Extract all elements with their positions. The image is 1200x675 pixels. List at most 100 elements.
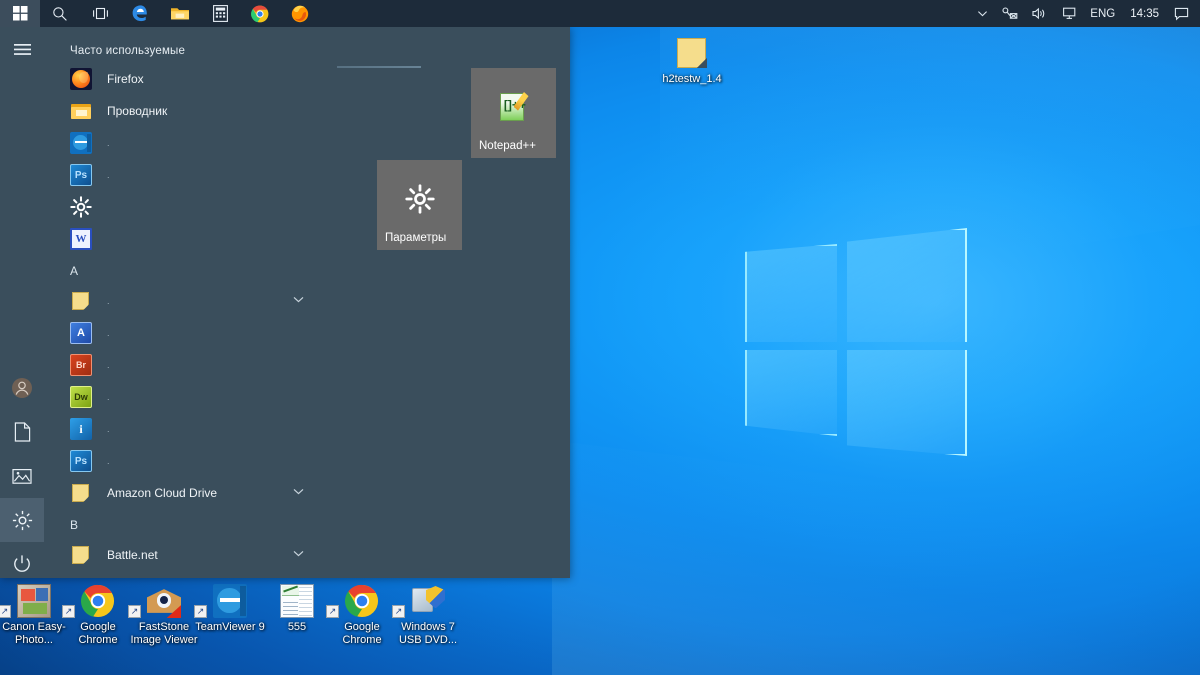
picture-icon — [12, 468, 32, 484]
chevron-down-icon[interactable] — [293, 550, 304, 557]
chrome-icon — [60, 578, 136, 618]
teamviewer-icon — [70, 132, 92, 154]
app-label: Amazon Cloud Drive — [107, 486, 218, 500]
windows-logo-icon — [12, 6, 27, 21]
chevron-down-icon[interactable] — [293, 296, 304, 303]
app-label: . — [107, 392, 110, 402]
firefox-button[interactable] — [280, 0, 320, 27]
firefox-icon — [70, 68, 92, 90]
frequent-app-item[interactable] — [44, 191, 320, 223]
shortcut-overlay-icon — [392, 605, 405, 618]
shortcut-overlay-icon — [326, 605, 339, 618]
chevron-up-icon — [978, 11, 988, 17]
gear-icon — [69, 195, 93, 219]
settings-button[interactable] — [0, 498, 44, 542]
pictures-button[interactable] — [0, 454, 44, 498]
teamviewer-icon — [192, 578, 268, 618]
dreamweaver-icon: Dw — [69, 385, 93, 409]
faststone-icon — [126, 578, 202, 618]
search-icon — [53, 6, 67, 21]
display-settings-button[interactable] — [1054, 0, 1083, 27]
folder-icon — [70, 290, 92, 312]
desktop-icon-label: FastStone Image Viewer — [130, 621, 198, 646]
app-list-item[interactable]: Br. — [44, 349, 320, 381]
documents-button[interactable] — [0, 410, 44, 454]
taskbar: ENG 14:35 — [0, 0, 1200, 27]
folder-icon — [69, 543, 93, 567]
frequent-app-item[interactable]: Ps. — [44, 159, 320, 191]
desktop-icon[interactable]: Google Chrome — [324, 578, 400, 646]
app-list-item[interactable]: i. — [44, 413, 320, 445]
network-status-button[interactable] — [995, 0, 1025, 27]
desktop-icon[interactable]: TeamViewer 9 — [192, 578, 268, 634]
calculator-button[interactable] — [200, 0, 240, 27]
expand-chevron[interactable] — [293, 296, 304, 306]
folder-icon — [654, 30, 730, 70]
start-menu-app-list[interactable]: Часто используемые Firefox Проводник . Ps… — [44, 27, 320, 578]
start-menu-tiles-pane: []++ Notepad++ Параметры — [320, 27, 570, 578]
app-list-item[interactable]: Amazon Cloud Drive — [44, 477, 320, 509]
power-button[interactable] — [0, 542, 44, 586]
start-tile[interactable]: Параметры — [377, 160, 462, 250]
start-button[interactable] — [0, 0, 40, 27]
alphabet-header[interactable]: B — [44, 509, 320, 539]
start-tile[interactable]: []++ Notepad++ — [471, 68, 556, 158]
windows7-usb-dvd-icon — [411, 584, 445, 618]
folder-icon — [675, 36, 709, 70]
expand-chevron[interactable] — [293, 550, 304, 560]
chrome-button[interactable] — [240, 0, 280, 27]
volume-button[interactable] — [1025, 0, 1054, 27]
network-disconnected-icon — [1002, 7, 1018, 19]
app-label: . — [107, 424, 110, 434]
frequent-app-item[interactable]: W — [44, 223, 320, 255]
firefox-icon — [69, 67, 93, 91]
firefox-browser-icon — [291, 5, 309, 22]
action-center-button[interactable] — [1167, 0, 1196, 27]
desktop-icon[interactable]: Windows 7 USB DVD... — [390, 578, 466, 646]
app-list-item[interactable]: Dw. — [44, 381, 320, 413]
app-label: Battle.net — [107, 548, 158, 562]
file-explorer-icon — [69, 99, 93, 123]
excel-file-icon — [280, 584, 314, 618]
document-icon — [14, 422, 30, 442]
app-list-item[interactable]: Battle.net — [44, 539, 320, 571]
desktop-icon[interactable]: Google Chrome — [60, 578, 136, 646]
gear-icon — [70, 196, 92, 218]
chrome-browser-icon — [251, 5, 269, 22]
hero-pane-bottom-left — [745, 350, 837, 436]
language-indicator[interactable]: ENG — [1083, 0, 1122, 27]
display-icon — [1063, 7, 1076, 19]
speaker-icon — [1032, 7, 1045, 20]
hamburger-menu-button[interactable] — [0, 27, 44, 71]
expand-chevron[interactable] — [293, 488, 304, 498]
photoshop-icon: Ps — [70, 450, 92, 472]
notepad-plus-plus-icon: []++ — [499, 92, 529, 122]
calculator-icon — [212, 5, 228, 22]
app-list-item[interactable]: Ps. — [44, 445, 320, 477]
frequent-app-item[interactable]: . — [44, 127, 320, 159]
hero-pane-top-right — [847, 228, 967, 342]
user-account-button[interactable] — [0, 366, 44, 410]
frequent-app-item[interactable]: Firefox — [44, 63, 320, 95]
desktop-icon[interactable]: h2testw_1.4 — [654, 30, 730, 86]
app-label: . — [107, 170, 110, 180]
task-view-button[interactable] — [80, 0, 120, 27]
hero-pane-top-left — [745, 244, 837, 342]
edge-button[interactable] — [120, 0, 160, 27]
hamburger-icon — [13, 43, 31, 55]
info-icon: i — [70, 418, 92, 440]
frequent-app-item[interactable]: Проводник — [44, 95, 320, 127]
shortcut-overlay-icon — [62, 605, 75, 618]
search-button[interactable] — [40, 0, 80, 27]
app-list-item[interactable]: . — [44, 285, 320, 317]
file-explorer-button[interactable] — [160, 0, 200, 27]
desktop-icon[interactable]: FastStone Image Viewer — [126, 578, 202, 646]
shortcut-overlay-icon — [128, 605, 141, 618]
taskbar-clock[interactable]: 14:35 — [1122, 8, 1167, 20]
bridge-icon: Br — [69, 353, 93, 377]
chevron-down-icon[interactable] — [293, 488, 304, 495]
photoshop-icon: Ps — [70, 164, 92, 186]
tray-overflow-button[interactable] — [970, 0, 995, 27]
app-list-item[interactable]: A. — [44, 317, 320, 349]
alphabet-header[interactable]: A — [44, 255, 320, 285]
